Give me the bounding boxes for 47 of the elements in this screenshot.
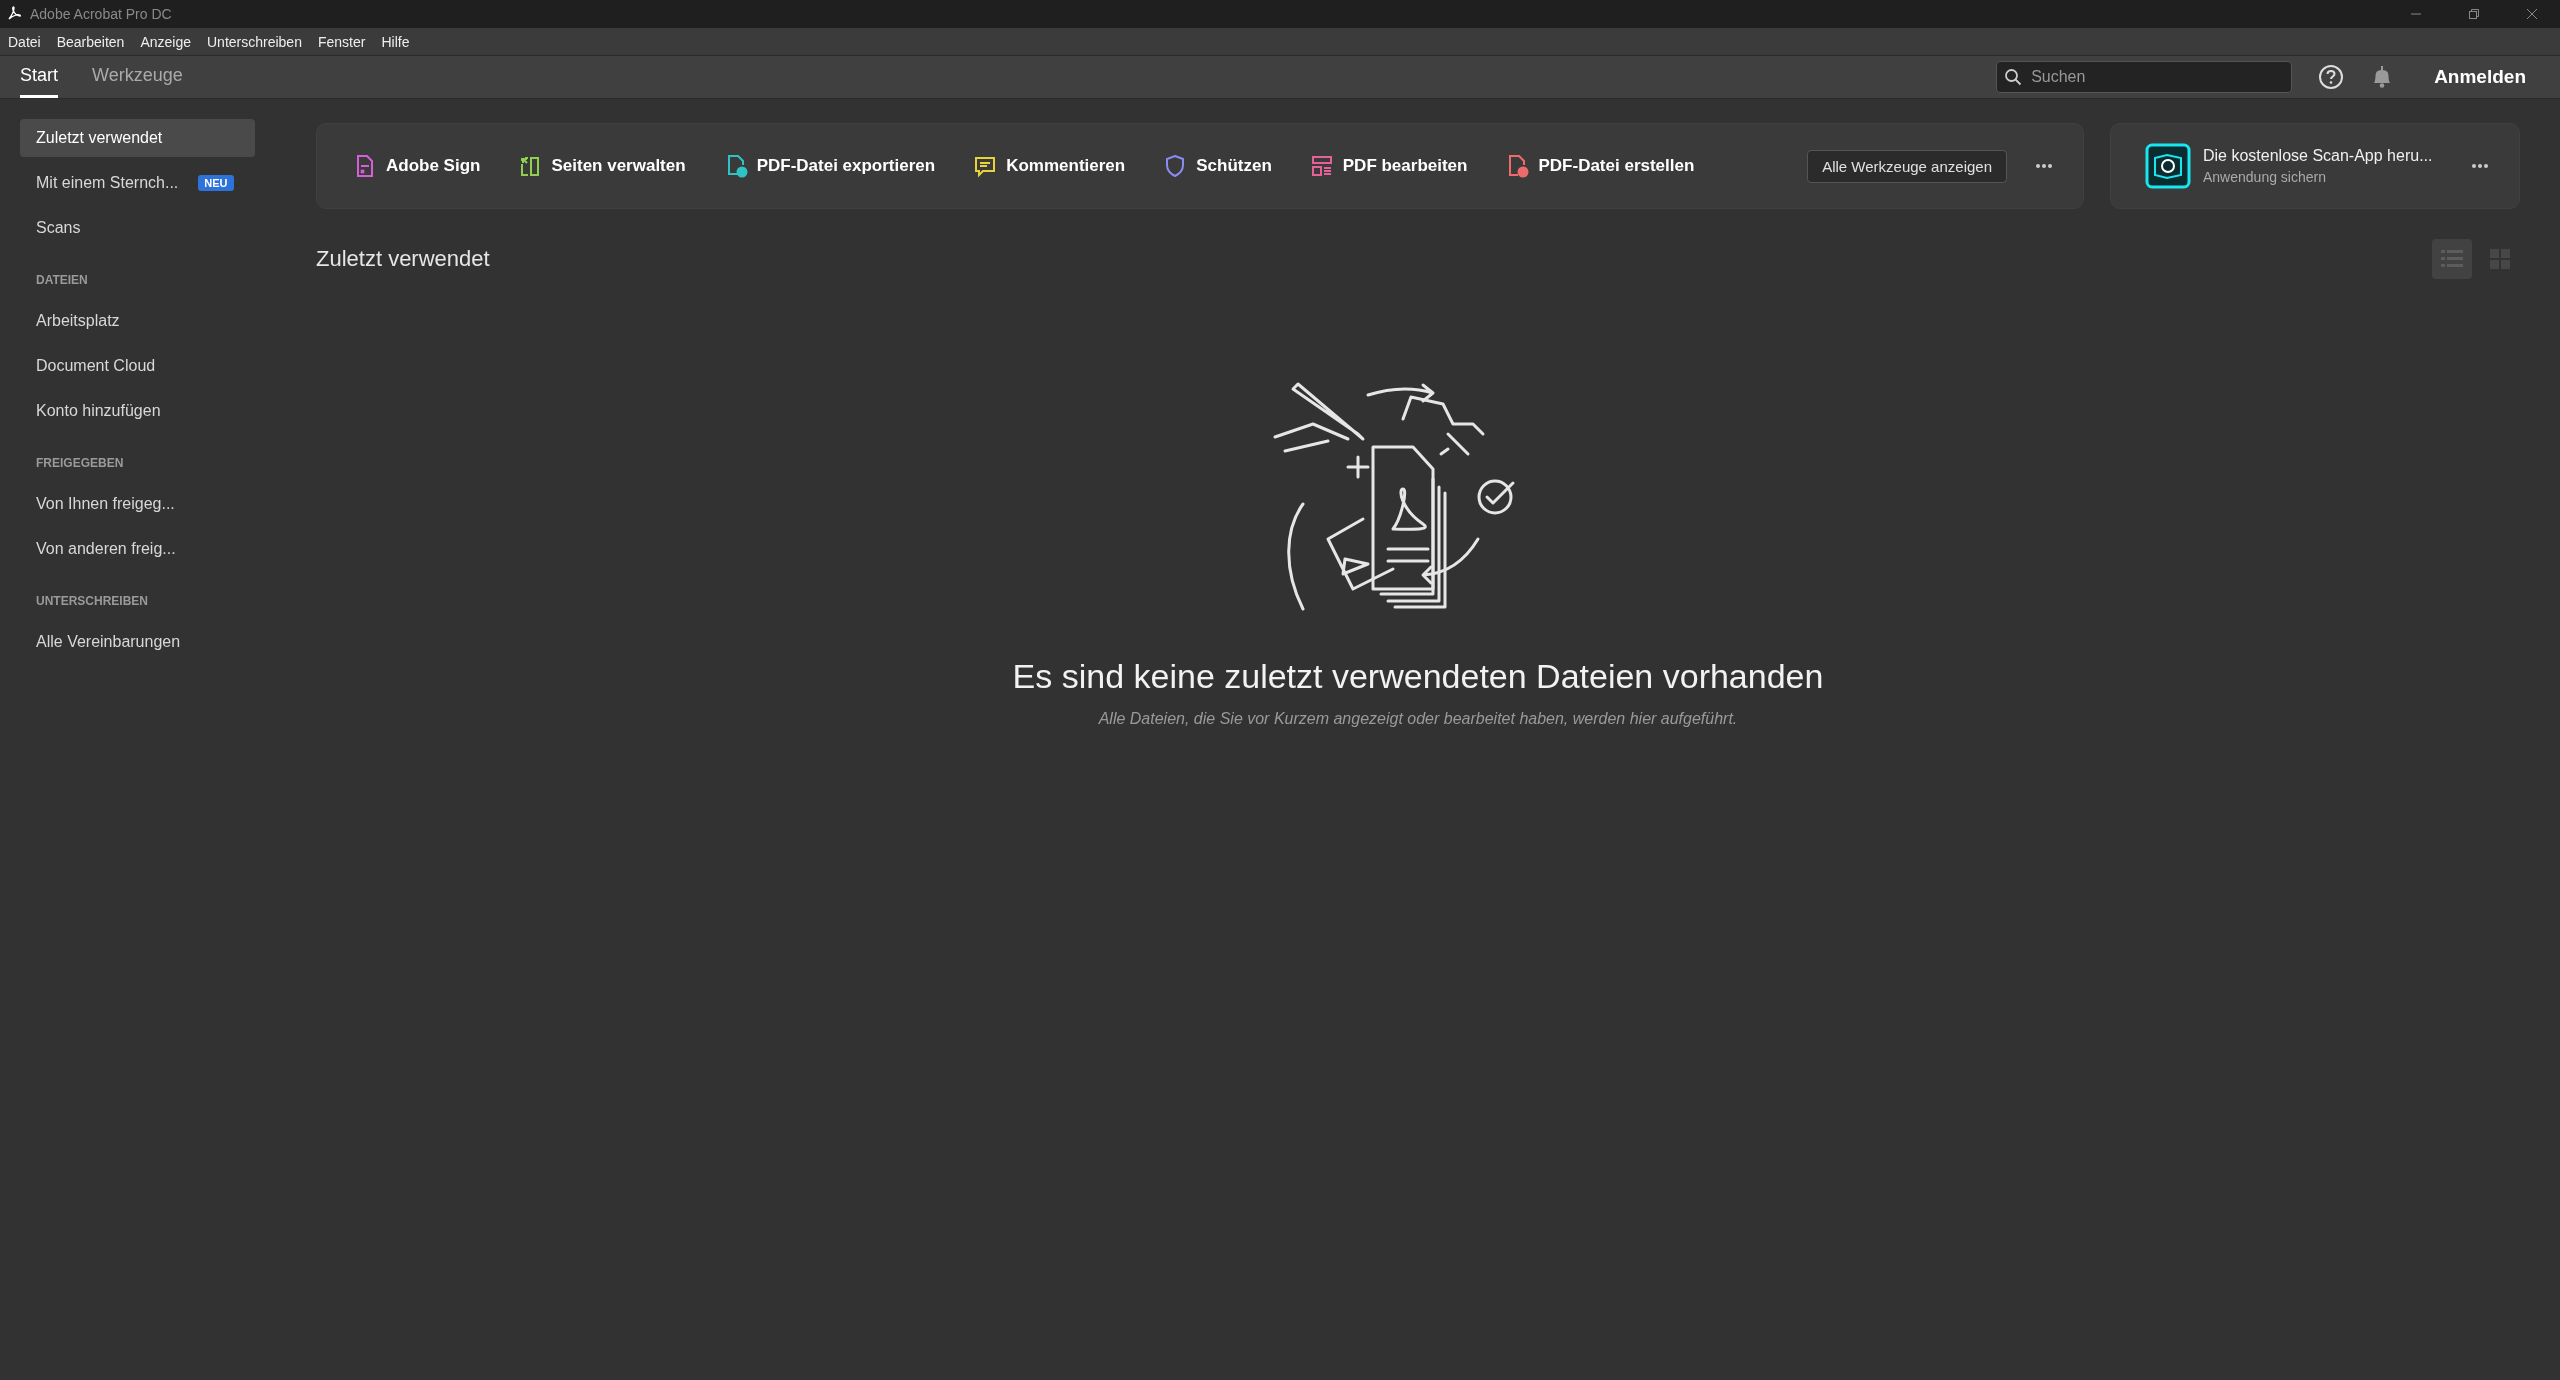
sign-in-button[interactable]: Anmelden (2428, 65, 2532, 89)
tool-button[interactable]: PDF bearbeiten (1309, 154, 1468, 178)
sidebar-heading: FREIGEGEBEN (35, 455, 125, 472)
tool-button[interactable]: Schützen (1163, 154, 1272, 178)
camera-app-icon (2145, 143, 2191, 189)
menu-item[interactable]: Anzeige (140, 33, 191, 50)
sidebar-item[interactable]: Mit einem Sternch... NEU (20, 164, 255, 202)
promo-card[interactable]: Die kostenlose Scan-App heru... Anwendung sichern (2110, 123, 2520, 209)
close-icon[interactable] (2526, 8, 2538, 20)
menu-item[interactable]: Fenster (317, 33, 366, 50)
sidebar-heading: DATEIEN (35, 272, 89, 289)
sidebar-item[interactable]: Arbeitsplatz (20, 302, 255, 340)
app-logo-icon (6, 6, 22, 22)
sidebar-heading: UNTERSCHREIBEN (35, 593, 149, 610)
search-field[interactable]: Suchen (1996, 61, 2293, 93)
menu-item[interactable]: Hilfe (381, 33, 410, 50)
sidebar-item[interactable]: Zuletzt verwendet (20, 119, 255, 157)
tab[interactable]: Start (20, 56, 58, 98)
sidebar-item[interactable]: Document Cloud (20, 347, 255, 385)
tool-button[interactable]: Seiten verwalten (518, 154, 686, 178)
section-title: Zuletzt verwendet (316, 246, 490, 272)
promo-title: Die kostenlose Scan-App heru... (2203, 147, 2434, 165)
search-icon (2004, 68, 2023, 86)
promo-subtitle: Anwendung sichern (2203, 169, 2327, 185)
sidebar-item[interactable]: Scans (20, 209, 255, 247)
sidebar-item[interactable]: Konto hinzufügen (20, 392, 255, 430)
tab[interactable]: Werkzeuge (92, 56, 183, 98)
tool-button[interactable]: Kommentieren (973, 154, 1126, 178)
empty-state-description: Alle Dateien, die Sie vor Kurzem angezeigt oder bearbeitet haben, werden hier aufgeführt. (1098, 710, 1738, 728)
sidebar-item[interactable]: Alle Vereinbarungen (20, 623, 255, 661)
tool-button[interactable]: PDF-Datei exportieren (723, 154, 936, 178)
help-icon[interactable] (2318, 64, 2345, 90)
all-tools-button[interactable]: Alle Werkzeuge anzeigen (1807, 149, 2007, 183)
list-icon (2441, 249, 2463, 269)
tool-button[interactable]: Adobe Sign (353, 154, 481, 178)
sidebar-item[interactable]: Von Ihnen freigeg... (20, 485, 255, 523)
menu-item[interactable]: Datei (8, 33, 41, 50)
more-icon[interactable] (2471, 163, 2489, 169)
restore-icon[interactable] (2468, 8, 2480, 20)
window-title: Adobe Acrobat Pro DC (30, 6, 172, 22)
sidebar-item[interactable]: Von anderen freig... (20, 530, 255, 568)
menu-item[interactable]: Unterschreiben (207, 33, 302, 50)
empty-state-title: Es sind keine zuletzt verwendeten Dateien vorhanden (1012, 657, 1824, 696)
menu-item[interactable]: Bearbeiten (56, 33, 125, 50)
new-badge: NEU (198, 175, 234, 191)
more-icon[interactable] (2035, 163, 2053, 169)
tool-button[interactable]: PDF-Datei erstellen (1505, 154, 1695, 178)
